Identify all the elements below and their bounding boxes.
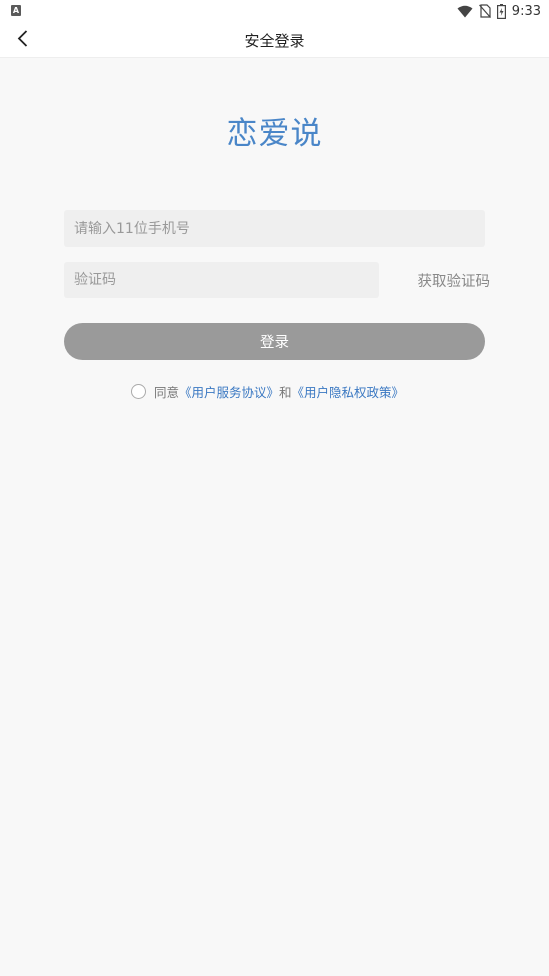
notification-icon: A xyxy=(11,5,21,16)
battery-icon xyxy=(496,3,506,19)
nav-bar: 安全登录 xyxy=(0,22,549,58)
page-title: 安全登录 xyxy=(244,32,305,50)
agree-checkbox[interactable] xyxy=(131,383,146,399)
app-logo: 恋爱说 xyxy=(226,116,323,152)
get-code-button[interactable]: 获取验证码 xyxy=(390,270,491,291)
agree-prefix: 同意 xyxy=(154,384,180,400)
no-sim-icon xyxy=(478,4,491,18)
verification-code-input[interactable] xyxy=(64,262,379,298)
status-icons: 9:33 xyxy=(457,2,541,20)
status-bar: A 9:33 xyxy=(0,0,549,22)
agree-conjunction: 和 xyxy=(279,384,292,400)
user-agreement-link[interactable]: 《用户服务协议》 xyxy=(179,382,279,401)
privacy-policy-link[interactable]: 《用户隐私权政策》 xyxy=(292,382,405,401)
login-button[interactable]: 登录 xyxy=(64,323,485,360)
clock: 9:33 xyxy=(511,3,541,19)
wifi-icon xyxy=(457,5,473,17)
phone-input[interactable] xyxy=(64,210,485,247)
agreement-row: 同意 《用户服务协议》 和 《用户隐私权政策》 xyxy=(131,382,404,400)
